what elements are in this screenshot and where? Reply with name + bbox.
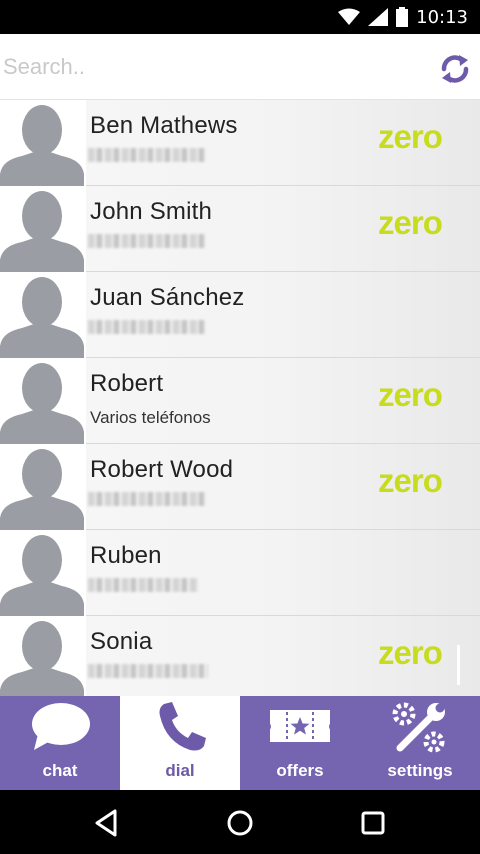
recents-icon[interactable]: [356, 806, 390, 840]
blurred-phone-number: [88, 234, 206, 248]
avatar-placeholder-icon: [0, 444, 86, 530]
contact-name: Sonia: [90, 628, 153, 655]
tab-label: dial: [165, 761, 195, 780]
search-input[interactable]: [0, 34, 420, 100]
tab-offers[interactable]: offers: [240, 696, 360, 790]
zero-logo: zero: [378, 206, 443, 241]
contact-name: Juan Sánchez: [90, 284, 245, 311]
zero-logo-text: zero: [378, 206, 442, 241]
tab-settings[interactable]: settings: [360, 696, 480, 790]
contact-row[interactable]: Sonia zero: [0, 616, 480, 696]
wrench-gear-icon: [392, 702, 445, 753]
blurred-phone-number: [88, 492, 206, 506]
tab-bar: chat dial offers settings: [0, 696, 480, 790]
chat-bubble-icon: [32, 703, 90, 750]
tab-dial[interactable]: dial: [120, 696, 240, 790]
home-icon[interactable]: [223, 806, 257, 840]
zero-logo-text: zero: [378, 120, 442, 155]
avatar-placeholder-icon: [0, 358, 86, 444]
zero-logo-text: zero: [378, 378, 442, 413]
contact-name: Robert: [90, 370, 164, 397]
avatar-placeholder-icon: [0, 530, 86, 616]
contact-name: Robert Wood: [90, 456, 234, 483]
zero-logo-text: zero: [378, 464, 442, 499]
blurred-phone-number: [88, 148, 206, 162]
tab-label: chat: [42, 761, 78, 780]
search-bar: [0, 34, 480, 100]
zero-logo: zero: [378, 120, 443, 155]
contact-row[interactable]: Robert Varios teléfonos zero: [0, 358, 480, 444]
contact-row[interactable]: Robert Wood zero: [0, 444, 480, 530]
system-nav-bar: [0, 790, 480, 854]
ticket-icon: [270, 710, 330, 742]
contact-name: John Smith: [90, 198, 213, 225]
status-icons: 10:13: [338, 0, 468, 34]
avatar-placeholder-icon: [0, 100, 86, 186]
wifi-icon: [338, 8, 361, 25]
zero-logo: zero: [378, 378, 443, 413]
scrollbar[interactable]: [457, 645, 460, 685]
zero-logo-text: zero: [378, 636, 442, 671]
avatar-placeholder-icon: [0, 272, 86, 358]
tab-label: settings: [387, 761, 453, 780]
blurred-phone-number: [88, 578, 198, 592]
sync-icon[interactable]: [438, 52, 472, 86]
battery-icon: [396, 7, 409, 27]
contact-row[interactable]: John Smith zero: [0, 186, 480, 272]
blurred-phone-number: [88, 320, 206, 334]
status-bar: 10:13: [0, 0, 480, 34]
tab-chat[interactable]: chat: [0, 696, 120, 790]
tab-label: offers: [276, 761, 324, 780]
contact-name: Ben Mathews: [90, 112, 238, 139]
contact-list[interactable]: Ben Mathews zero John Smith zero Juan Sánche…: [0, 100, 480, 696]
contact-subtitle: Varios teléfonos: [90, 408, 211, 427]
back-icon[interactable]: [90, 806, 124, 840]
status-time: 10:13: [416, 6, 468, 28]
phone-icon: [159, 702, 206, 751]
zero-logo: zero: [378, 636, 443, 671]
contact-row[interactable]: Ben Mathews zero: [0, 100, 480, 186]
contact-row[interactable]: Juan Sánchez: [0, 272, 480, 358]
contact-name: Ruben: [90, 542, 162, 569]
avatar-placeholder-icon: [0, 186, 86, 272]
avatar-placeholder-icon: [0, 616, 86, 696]
contact-row[interactable]: Ruben: [0, 530, 480, 616]
zero-logo: zero: [378, 464, 443, 499]
signal-icon: [368, 8, 389, 26]
blurred-phone-number: [88, 664, 208, 678]
